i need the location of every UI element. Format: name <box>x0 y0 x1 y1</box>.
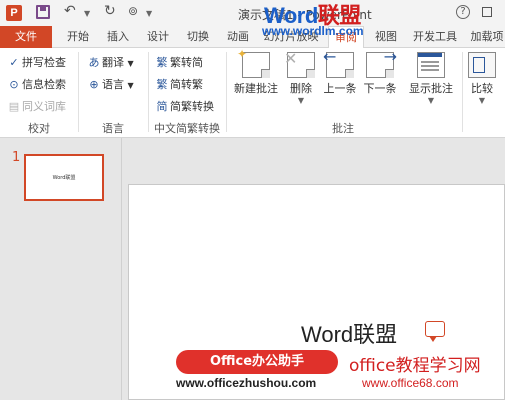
tab-developer[interactable]: 开发工具 <box>408 26 462 48</box>
new-comment-button[interactable]: ✦ 新建批注 <box>230 47 282 96</box>
compare-icon <box>468 52 496 78</box>
group-separator <box>462 52 463 132</box>
thesaurus-button[interactable]: ▤ 同义词库 <box>8 98 66 114</box>
thumbnail-text: Word联盟 <box>52 175 76 181</box>
arrow-right-icon: → <box>383 47 397 66</box>
comment-marker-icon[interactable] <box>425 321 445 342</box>
previous-label: 上一条 <box>323 82 357 95</box>
simp-to-trad-icon: 繁 <box>156 78 168 91</box>
chinese-conversion-button[interactable]: 简简繁转换 <box>156 98 215 114</box>
delete-dropdown-icon: ▼ <box>297 96 305 105</box>
spelling-check-button[interactable]: ✓ 拼写检查 <box>8 54 66 70</box>
thesaurus-icon: ▤ <box>8 100 20 113</box>
new-comment-icon: ✦ <box>237 47 270 78</box>
title-bar: P ↶ ▼ ↻ ⊚ ▼ 演示文稿1 - PowerPoint Word联盟 ? <box>0 0 505 28</box>
powerpoint-logo-icon[interactable]: P <box>6 5 22 21</box>
arrow-left-icon: ← <box>323 47 337 66</box>
slide-thumbnail-pane: 1 Word联盟 <box>0 138 122 400</box>
previous-comment-icon: ← <box>323 47 354 78</box>
slide-thumbnail[interactable]: Word联盟 <box>24 154 104 201</box>
group-label-proofing: 校对 <box>28 122 50 135</box>
spelling-icon: ✓ <box>9 56 19 69</box>
translate-icon: あ <box>88 56 100 69</box>
save-icon[interactable] <box>36 5 50 19</box>
undo-dropdown-icon[interactable]: ▼ <box>84 9 90 18</box>
chinese-conversion-icon: 简 <box>156 100 168 113</box>
show-comments-icon <box>417 52 445 78</box>
show-comments-label: 显示批注 <box>409 82 453 95</box>
translate-button[interactable]: あ翻译 ▼ <box>88 54 134 70</box>
delete-label: 删除 <box>290 82 312 95</box>
group-label-language: 语言 <box>102 122 124 135</box>
delete-comment-button[interactable]: ✕ 删除 ▼ <box>284 49 318 105</box>
show-comments-button[interactable]: 显示批注 ▼ <box>404 52 458 105</box>
simp-to-trad-button[interactable]: 繁简转繁 <box>156 76 204 92</box>
help-icon[interactable]: ? <box>456 5 470 19</box>
restore-window-icon[interactable] <box>482 7 492 17</box>
redo-icon[interactable]: ↻ <box>104 3 116 19</box>
language-label: 语言 <box>102 78 124 91</box>
tab-addins[interactable]: 加载项 <box>466 26 505 48</box>
customize-toolbar-icon[interactable]: ▼ <box>146 9 152 18</box>
language-button[interactable]: ⊕ 语言 ▼ <box>88 76 134 92</box>
delete-comment-icon: ✕ <box>284 49 315 78</box>
ribbon-review: ✓ 拼写检查 ⊙ 信息检索 ▤ 同义词库 校对 あ翻译 ▼ ⊕ 语言 ▼ 语言 繁繁转简… <box>0 47 505 138</box>
watermark-left-banner: Office办公助手 <box>176 350 338 374</box>
spelling-check-label: 拼写检查 <box>22 56 66 69</box>
research-icon: ⊙ <box>9 78 19 91</box>
watermark-url: www.wordlm.com <box>262 24 364 38</box>
new-star-icon: ✦ <box>237 47 248 61</box>
translate-label: 翻译 <box>102 56 124 69</box>
previous-comment-button[interactable]: ← 上一条 <box>320 47 360 96</box>
watermark-right-title: office教程学习网 <box>349 356 481 376</box>
next-comment-icon: → <box>366 47 397 78</box>
next-comment-button[interactable]: → 下一条 <box>360 47 400 96</box>
tab-design[interactable]: 设计 <box>140 26 176 48</box>
trad-to-simp-icon: 繁 <box>156 56 168 69</box>
thesaurus-label: 同义词库 <box>22 100 66 113</box>
slide-title-text[interactable]: Word联盟 <box>301 317 397 349</box>
delete-x-icon: ✕ <box>284 49 298 68</box>
language-dropdown-icon: ▼ <box>127 81 134 90</box>
group-label-comments: 批注 <box>332 122 354 135</box>
translate-dropdown-icon: ▼ <box>127 59 134 68</box>
research-label: 信息检索 <box>22 78 66 91</box>
tab-view[interactable]: 视图 <box>368 26 404 48</box>
tab-animations[interactable]: 动画 <box>220 26 256 48</box>
chinese-conversion-label: 简繁转换 <box>170 100 214 113</box>
group-label-chinese-conversion: 中文简繁转换 <box>154 122 220 135</box>
new-comment-label: 新建批注 <box>234 82 278 95</box>
watermark-right-url: www.office68.com <box>362 376 459 390</box>
tab-transitions[interactable]: 切换 <box>180 26 216 48</box>
next-label: 下一条 <box>363 82 397 95</box>
watermark-left-url: www.officezhushou.com <box>176 376 317 390</box>
tab-insert[interactable]: 插入 <box>100 26 136 48</box>
tab-home[interactable]: 开始 <box>60 26 96 48</box>
slideshow-icon[interactable]: ⊚ <box>128 4 138 18</box>
undo-icon[interactable]: ↶ <box>64 3 76 19</box>
ribbon-tab-bar: 文件 开始 插入 设计 切换 动画 幻灯片放映 审阅 视图 开发工具 加载项 <box>0 26 505 49</box>
tab-file[interactable]: 文件 <box>0 26 52 48</box>
trad-to-simp-label: 繁转简 <box>170 56 203 69</box>
compare-button[interactable]: 比较 ▼ <box>466 52 498 105</box>
compare-dropdown-icon: ▼ <box>478 96 486 105</box>
slide-number: 1 <box>12 150 21 165</box>
show-comments-dropdown-icon: ▼ <box>427 96 435 105</box>
simp-to-trad-label: 简转繁 <box>170 78 203 91</box>
research-button[interactable]: ⊙ 信息检索 <box>8 76 66 92</box>
trad-to-simp-button[interactable]: 繁繁转简 <box>156 54 204 70</box>
compare-label: 比较 <box>471 82 493 95</box>
language-icon: ⊕ <box>89 78 99 91</box>
